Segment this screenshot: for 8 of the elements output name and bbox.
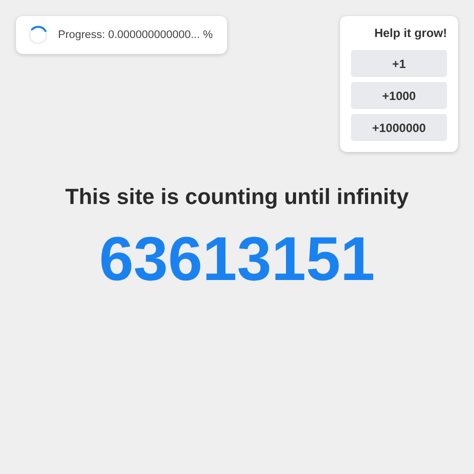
progress-text: Progress: 0.000000000000... %	[58, 29, 213, 41]
increment-button[interactable]: +1000	[351, 82, 447, 109]
increment-button[interactable]: +1	[351, 50, 447, 77]
increment-button[interactable]: +1000000	[351, 114, 447, 141]
counter: 63613151	[99, 225, 375, 294]
help-title: Help it grow!	[373, 26, 447, 40]
heading: This site is counting until infinity	[65, 184, 409, 209]
spinner-icon	[28, 26, 48, 44]
